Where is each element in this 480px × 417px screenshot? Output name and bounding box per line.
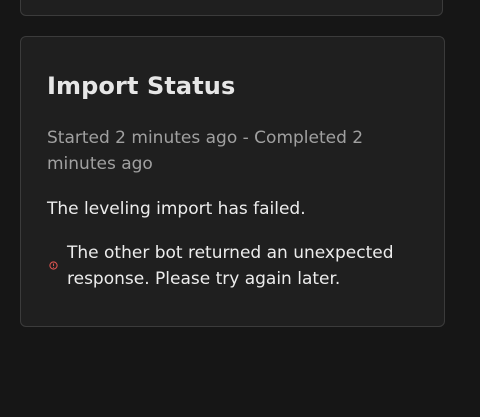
error-circle-icon — [49, 261, 58, 270]
error-message-text: The other bot returned an unexpected res… — [67, 243, 394, 289]
import-result-message: The leveling import has failed. — [47, 199, 306, 219]
import-status-title: Import Status — [47, 72, 236, 100]
import-timing-text: Started 2 minutes ago - Completed 2 minu… — [47, 128, 364, 174]
previous-card — [20, 0, 443, 16]
import-status-card: Import Status Started 2 minutes ago - Co… — [20, 36, 445, 327]
